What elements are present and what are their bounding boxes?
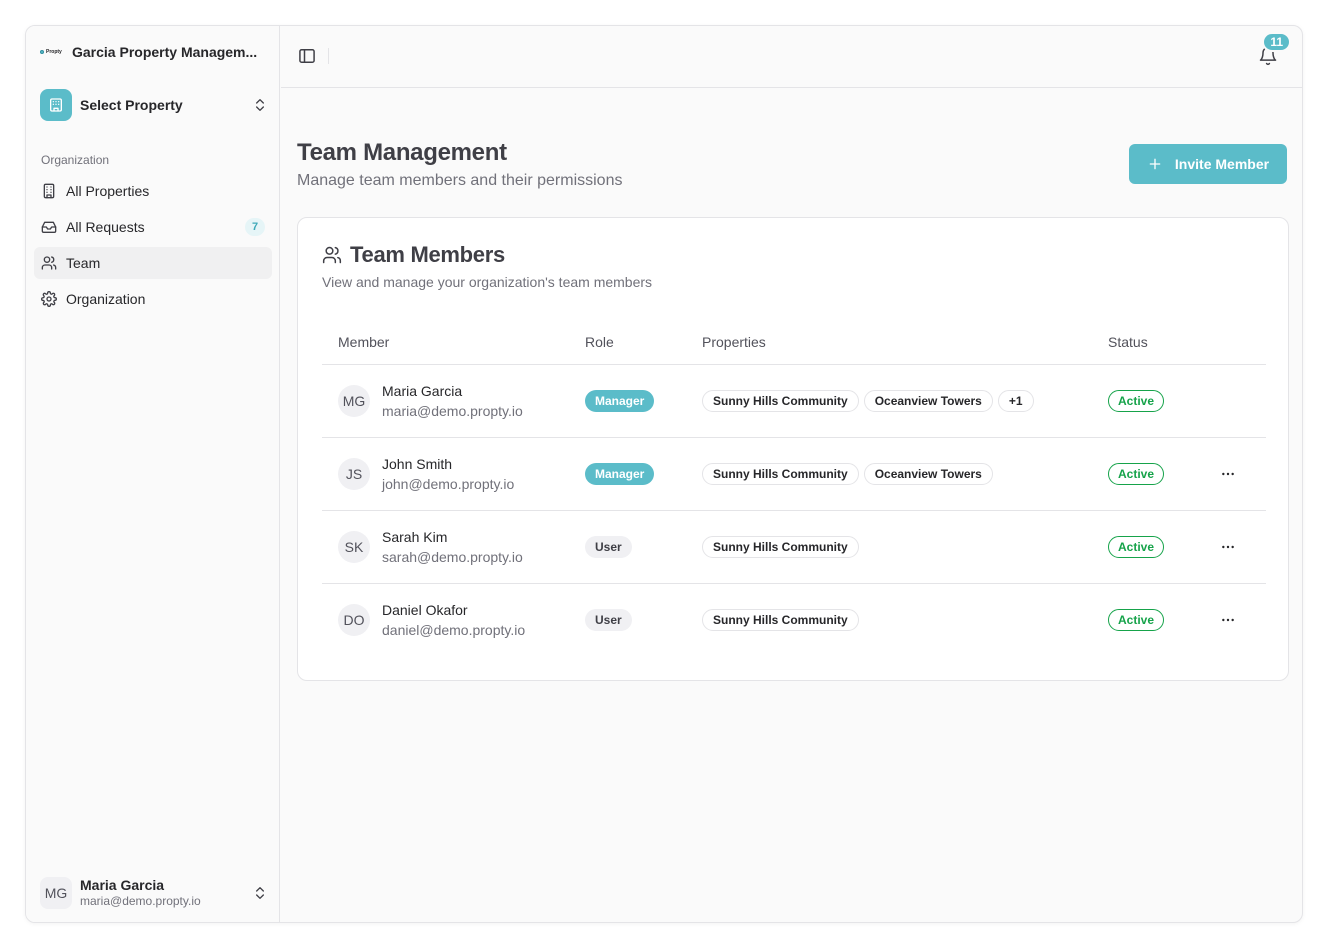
- table-row: JS John Smith john@demo.propty.io Manage…: [322, 437, 1266, 511]
- sidebar-item-team[interactable]: Team: [34, 247, 272, 279]
- member-cell: DO Daniel Okafor daniel@demo.propty.io: [338, 600, 569, 640]
- card-heading: Team Members: [350, 242, 505, 267]
- column-header-member: Member: [322, 320, 569, 365]
- more-horizontal-icon: [1222, 472, 1234, 475]
- property-select-label: Select Property: [80, 97, 183, 113]
- property-chip: Sunny Hills Community: [702, 462, 859, 485]
- row-actions-button[interactable]: [1218, 610, 1238, 630]
- column-header-actions: [1202, 320, 1266, 365]
- user-name: Maria Garcia: [80, 877, 165, 893]
- page-title: Team Management: [297, 139, 507, 166]
- app-window: Propty Garcia Property Managem... Select…: [25, 25, 1303, 923]
- org-name: Garcia Property Managem...: [72, 44, 258, 60]
- avatar: MG: [40, 877, 72, 909]
- more-horizontal-icon: [1222, 545, 1234, 548]
- properties-list: Sunny Hills Community Oceanview Towers: [702, 462, 1092, 485]
- team-table: Member Role Properties Status MG Maria G…: [322, 320, 1266, 656]
- more-horizontal-icon: [1222, 618, 1234, 621]
- member-name: John Smith: [382, 455, 453, 472]
- page-subtitle: Manage team members and their permission…: [297, 172, 623, 189]
- member-email: sarah@demo.propty.io: [382, 548, 523, 565]
- property-chip: Sunny Hills Community: [702, 535, 859, 558]
- member-cell: JS John Smith john@demo.propty.io: [338, 454, 569, 494]
- table-header-row: Member Role Properties Status: [322, 320, 1266, 365]
- status-badge: Active: [1108, 535, 1165, 558]
- sidebar-item-label: Team: [66, 255, 101, 271]
- table-row: DO Daniel Okafor daniel@demo.propty.io U…: [322, 583, 1266, 656]
- sidebar-item-organization[interactable]: Organization: [34, 283, 272, 315]
- column-header-role: Role: [569, 320, 686, 365]
- notification-count-badge: 11: [1262, 32, 1291, 52]
- status-badge: Active: [1108, 389, 1165, 412]
- chevrons-up-down-icon: [256, 887, 264, 899]
- member-name: Sarah Kim: [382, 528, 448, 545]
- sidebar-toggle-icon[interactable]: [297, 46, 317, 66]
- member-cell: SK Sarah Kim sarah@demo.propty.io: [338, 527, 569, 567]
- sidebar-item-label: All Properties: [66, 183, 150, 199]
- member-email: john@demo.propty.io: [382, 475, 515, 492]
- card-description: View and manage your organization's team…: [322, 274, 653, 290]
- property-chip: Sunny Hills Community: [702, 608, 859, 631]
- divider: [328, 48, 329, 64]
- column-header-status: Status: [1092, 320, 1202, 365]
- topbar: 11: [281, 26, 1302, 88]
- column-header-properties: Properties: [686, 320, 1092, 365]
- plus-icon: [1149, 158, 1161, 170]
- more-properties-chip[interactable]: +1: [997, 389, 1034, 412]
- main-content: 11 Team Management Manage team members a…: [281, 26, 1302, 922]
- team-members-card: Team Members View and manage your organi…: [297, 217, 1289, 681]
- sidebar-nav: All Properties All Requests 7 Team Organ…: [34, 175, 272, 319]
- users-icon: [41, 255, 57, 271]
- users-icon: [322, 246, 342, 264]
- user-email: maria@demo.propty.io: [80, 894, 201, 908]
- role-badge: Manager: [585, 462, 655, 485]
- status-badge: Active: [1108, 608, 1165, 631]
- property-chip: Oceanview Towers: [863, 389, 993, 412]
- properties-list: Sunny Hills Community: [702, 535, 1092, 558]
- member-name: Daniel Okafor: [382, 601, 468, 618]
- row-actions-button[interactable]: [1218, 537, 1238, 557]
- inbox-icon: [41, 219, 57, 235]
- sidebar-item-label: Organization: [66, 291, 146, 307]
- user-menu[interactable]: MG Maria Garcia maria@demo.propty.io: [40, 876, 268, 910]
- member-email: daniel@demo.propty.io: [382, 621, 526, 638]
- property-chip: Oceanview Towers: [863, 462, 993, 485]
- role-badge: User: [585, 535, 632, 558]
- avatar: JS: [338, 457, 370, 490]
- card-title: Team Members: [322, 242, 505, 268]
- role-badge: Manager: [585, 389, 655, 412]
- avatar: MG: [338, 384, 370, 417]
- gear-icon: [41, 291, 57, 307]
- properties-list: Sunny Hills Community Oceanview Towers +…: [702, 389, 1092, 412]
- sidebar-item-label: All Requests: [66, 219, 145, 235]
- row-actions-button[interactable]: [1218, 464, 1238, 484]
- sidebar-item-all-requests[interactable]: All Requests 7: [34, 211, 272, 243]
- chevrons-up-down-icon: [256, 99, 264, 111]
- building-icon: [40, 89, 72, 121]
- table-row: SK Sarah Kim sarah@demo.propty.io User S…: [322, 510, 1266, 584]
- org-header[interactable]: Propty Garcia Property Managem...: [40, 43, 264, 61]
- propty-logo: Propty: [40, 43, 64, 61]
- table-row: MG Maria Garcia maria@demo.propty.io Man…: [322, 364, 1266, 438]
- property-chip: Sunny Hills Community: [702, 389, 859, 412]
- avatar: DO: [338, 603, 370, 636]
- member-name: Maria Garcia: [382, 382, 463, 399]
- property-selector[interactable]: Select Property: [40, 88, 268, 122]
- building-icon: [41, 183, 57, 199]
- member-email: maria@demo.propty.io: [382, 402, 523, 419]
- member-cell: MG Maria Garcia maria@demo.propty.io: [338, 381, 569, 421]
- invite-member-button[interactable]: Invite Member: [1129, 144, 1287, 184]
- sidebar: Propty Garcia Property Managem... Select…: [26, 26, 280, 922]
- invite-member-label: Invite Member: [1174, 156, 1270, 172]
- properties-list: Sunny Hills Community: [702, 608, 1092, 631]
- nav-group-label: Organization: [41, 153, 110, 167]
- role-badge: User: [585, 608, 632, 631]
- avatar: SK: [338, 530, 370, 563]
- status-badge: Active: [1108, 462, 1165, 485]
- sidebar-item-all-properties[interactable]: All Properties: [34, 175, 272, 207]
- requests-count-badge: 7: [245, 218, 265, 236]
